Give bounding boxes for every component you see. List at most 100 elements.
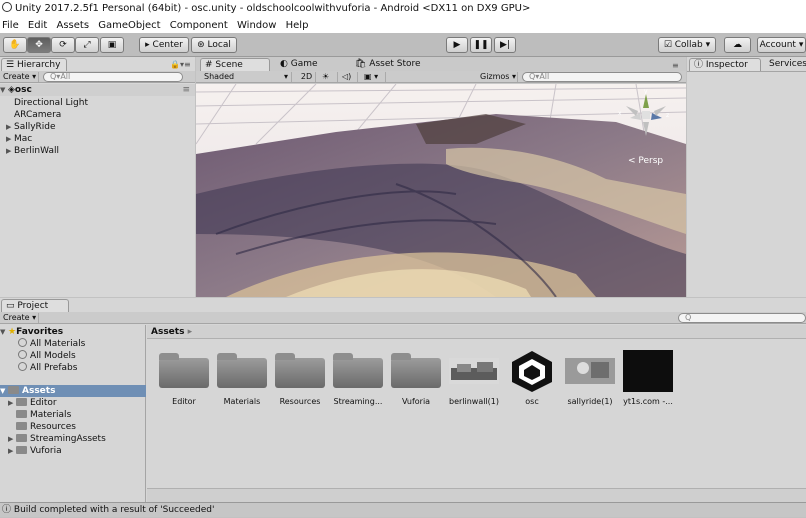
scene-search-input[interactable]: Q▾All bbox=[522, 72, 682, 82]
account-label: Account bbox=[759, 40, 796, 50]
pause-icon[interactable]: ❚❚ bbox=[470, 37, 492, 53]
folder-item[interactable]: Resources bbox=[8, 421, 76, 433]
project-create-dropdown[interactable]: Create ▾ bbox=[1, 313, 39, 323]
favorites-row[interactable]: ▼ ★Favorites bbox=[0, 326, 63, 338]
folder-item-label: Resources bbox=[30, 422, 76, 432]
rect-tool-icon[interactable]: ▣ bbox=[100, 37, 124, 53]
menu-component[interactable]: Component bbox=[168, 18, 232, 33]
shading-mode-label: Shaded bbox=[204, 72, 235, 81]
assets-root-row[interactable]: ▼ Assets bbox=[0, 385, 146, 397]
folder-item[interactable]: ▶ Vuforia bbox=[8, 445, 62, 457]
main-toolbar: ✋ ✥ ⟳ ⤢ ▣ ▸ Center ⊛ Local ▶ ❚❚ ▶| ☑ Col… bbox=[0, 33, 806, 57]
pivot-center-button[interactable]: ▸ Center bbox=[139, 37, 189, 53]
menu-help[interactable]: Help bbox=[284, 18, 313, 33]
menu-file[interactable]: File bbox=[0, 18, 23, 33]
move-tool-icon[interactable]: ✥ bbox=[27, 37, 51, 53]
tab-services[interactable]: Services bbox=[765, 58, 806, 71]
favorites-item-label: All Prefabs bbox=[30, 363, 78, 373]
menu-edit[interactable]: Edit bbox=[26, 18, 51, 33]
play-icon[interactable]: ▶ bbox=[446, 37, 468, 53]
expand-arrow-icon[interactable]: ▶ bbox=[8, 397, 16, 409]
gizmos-dropdown[interactable]: Gizmos ▾ bbox=[478, 72, 518, 82]
persp-label[interactable]: < Persp bbox=[628, 156, 663, 166]
hierarchy-create-dropdown[interactable]: Create ▾ bbox=[1, 72, 39, 82]
scene-menu-icon[interactable]: ≡ bbox=[182, 84, 190, 96]
collab-button[interactable]: ☑ Collab ▾ bbox=[658, 37, 716, 53]
audio-toggle-icon[interactable]: ◁) bbox=[340, 72, 358, 82]
expand-arrow-icon[interactable]: ▼ bbox=[0, 326, 8, 338]
hierarchy-search-input[interactable]: Q▾All bbox=[43, 72, 183, 82]
expand-arrow-icon[interactable]: ▼ bbox=[0, 385, 8, 397]
asset-item[interactable]: sallyride(1) bbox=[562, 350, 618, 412]
video-thumbnail-icon bbox=[623, 350, 673, 392]
scene-panel: # Scene ◐ Game 🛍 Asset Store ≡ Shaded ▾ 2… bbox=[196, 57, 686, 297]
project-search-input[interactable]: Q bbox=[678, 313, 806, 323]
lock-icon[interactable]: 🔒▾≡ bbox=[170, 60, 191, 69]
tab-inspector[interactable]: ⓘ Inspector bbox=[689, 58, 761, 71]
scene-search-placeholder: All bbox=[539, 72, 550, 81]
pivot-label: Center bbox=[152, 40, 183, 50]
hand-tool-icon[interactable]: ✋ bbox=[3, 37, 27, 53]
menu-window[interactable]: Window bbox=[235, 18, 280, 33]
asset-breadcrumb[interactable]: Assets ▸ bbox=[147, 325, 806, 339]
tab-hierarchy[interactable]: ☰ Hierarchy bbox=[1, 58, 67, 71]
asset-item[interactable]: Vuforia bbox=[388, 350, 444, 412]
status-message[interactable]: Build completed with a result of 'Succee… bbox=[14, 505, 215, 515]
folder-item[interactable]: ▶ StreamingAssets bbox=[8, 433, 106, 445]
hierarchy-item[interactable]: ARCamera bbox=[6, 109, 61, 121]
scene-tab-label: Scene bbox=[215, 60, 243, 70]
scene-root-row[interactable]: ▼ ◈osc ≡ bbox=[0, 84, 195, 96]
tab-project[interactable]: ▭ Project bbox=[1, 299, 69, 312]
expand-arrow-icon[interactable]: ▶ bbox=[8, 433, 16, 445]
toggle-2d-label: 2D bbox=[300, 72, 313, 81]
account-button[interactable]: Account ▾ bbox=[757, 37, 806, 53]
expand-arrow-icon[interactable]: ▶ bbox=[6, 133, 14, 145]
scene-menu-icon[interactable]: ≡ bbox=[672, 61, 679, 70]
asset-footer-bar bbox=[147, 488, 806, 502]
tab-scene[interactable]: # Scene bbox=[200, 58, 270, 71]
favorites-item-label: All Models bbox=[30, 351, 76, 361]
toggle-2d-button[interactable]: 2D bbox=[296, 72, 316, 82]
favorites-item[interactable]: All Materials bbox=[18, 338, 85, 350]
hierarchy-create-label: Create bbox=[3, 72, 30, 81]
scene-viewport[interactable]: < Persp y x z bbox=[196, 84, 686, 297]
folder-item[interactable]: Materials bbox=[8, 409, 71, 421]
tab-game[interactable]: ◐ Game bbox=[276, 58, 336, 71]
folder-icon bbox=[16, 422, 27, 430]
expand-arrow-icon[interactable]: ▶ bbox=[8, 445, 16, 457]
expand-arrow-icon[interactable]: ▶ bbox=[6, 145, 14, 157]
lighting-toggle-icon[interactable]: ☀ bbox=[320, 72, 338, 82]
expand-arrow-icon[interactable]: ▼ bbox=[0, 84, 8, 96]
expand-arrow-icon[interactable]: ▶ bbox=[6, 121, 14, 133]
asset-item[interactable]: berlinwall(1) bbox=[446, 350, 502, 412]
shading-mode-dropdown[interactable]: Shaded ▾ bbox=[202, 72, 292, 82]
asset-item[interactable]: Materials bbox=[214, 350, 270, 412]
asset-item[interactable]: Streaming... bbox=[330, 350, 386, 412]
hierarchy-item[interactable]: ▶ Mac bbox=[6, 133, 32, 145]
tab-asset-store[interactable]: 🛍 Asset Store bbox=[351, 58, 441, 71]
step-icon[interactable]: ▶| bbox=[494, 37, 516, 53]
cloud-icon[interactable]: ☁ bbox=[724, 37, 751, 53]
pivot-local-button[interactable]: ⊛ Local bbox=[191, 37, 237, 53]
asset-item[interactable]: yt1s.com -... bbox=[620, 350, 676, 412]
asset-item[interactable]: osc bbox=[504, 350, 560, 412]
rotate-tool-icon[interactable]: ⟳ bbox=[51, 37, 75, 53]
scene-view-image[interactable]: < Persp bbox=[196, 84, 686, 297]
hierarchy-item[interactable]: Directional Light bbox=[6, 97, 88, 109]
menu-gameobject[interactable]: GameObject bbox=[96, 18, 164, 33]
asset-item[interactable]: Resources bbox=[272, 350, 328, 412]
favorites-item[interactable]: All Prefabs bbox=[18, 362, 77, 374]
search-icon bbox=[18, 362, 27, 371]
scale-tool-icon[interactable]: ⤢ bbox=[75, 37, 99, 53]
effects-dropdown-icon[interactable]: ▣ ▾ bbox=[362, 72, 386, 82]
svg-text:x: x bbox=[618, 110, 622, 117]
asset-item[interactable]: Editor bbox=[156, 350, 212, 412]
menu-assets[interactable]: Assets bbox=[54, 18, 93, 33]
hierarchy-item-label: BerlinWall bbox=[14, 146, 59, 156]
svg-text:y: y bbox=[644, 88, 648, 95]
hierarchy-item[interactable]: ▶ SallyRide bbox=[6, 121, 56, 133]
orientation-gizmo-icon[interactable]: y x z bbox=[616, 86, 676, 141]
favorites-item[interactable]: All Models bbox=[18, 350, 76, 362]
folder-item[interactable]: ▶ Editor bbox=[8, 397, 57, 409]
hierarchy-item[interactable]: ▶ BerlinWall bbox=[6, 145, 59, 157]
